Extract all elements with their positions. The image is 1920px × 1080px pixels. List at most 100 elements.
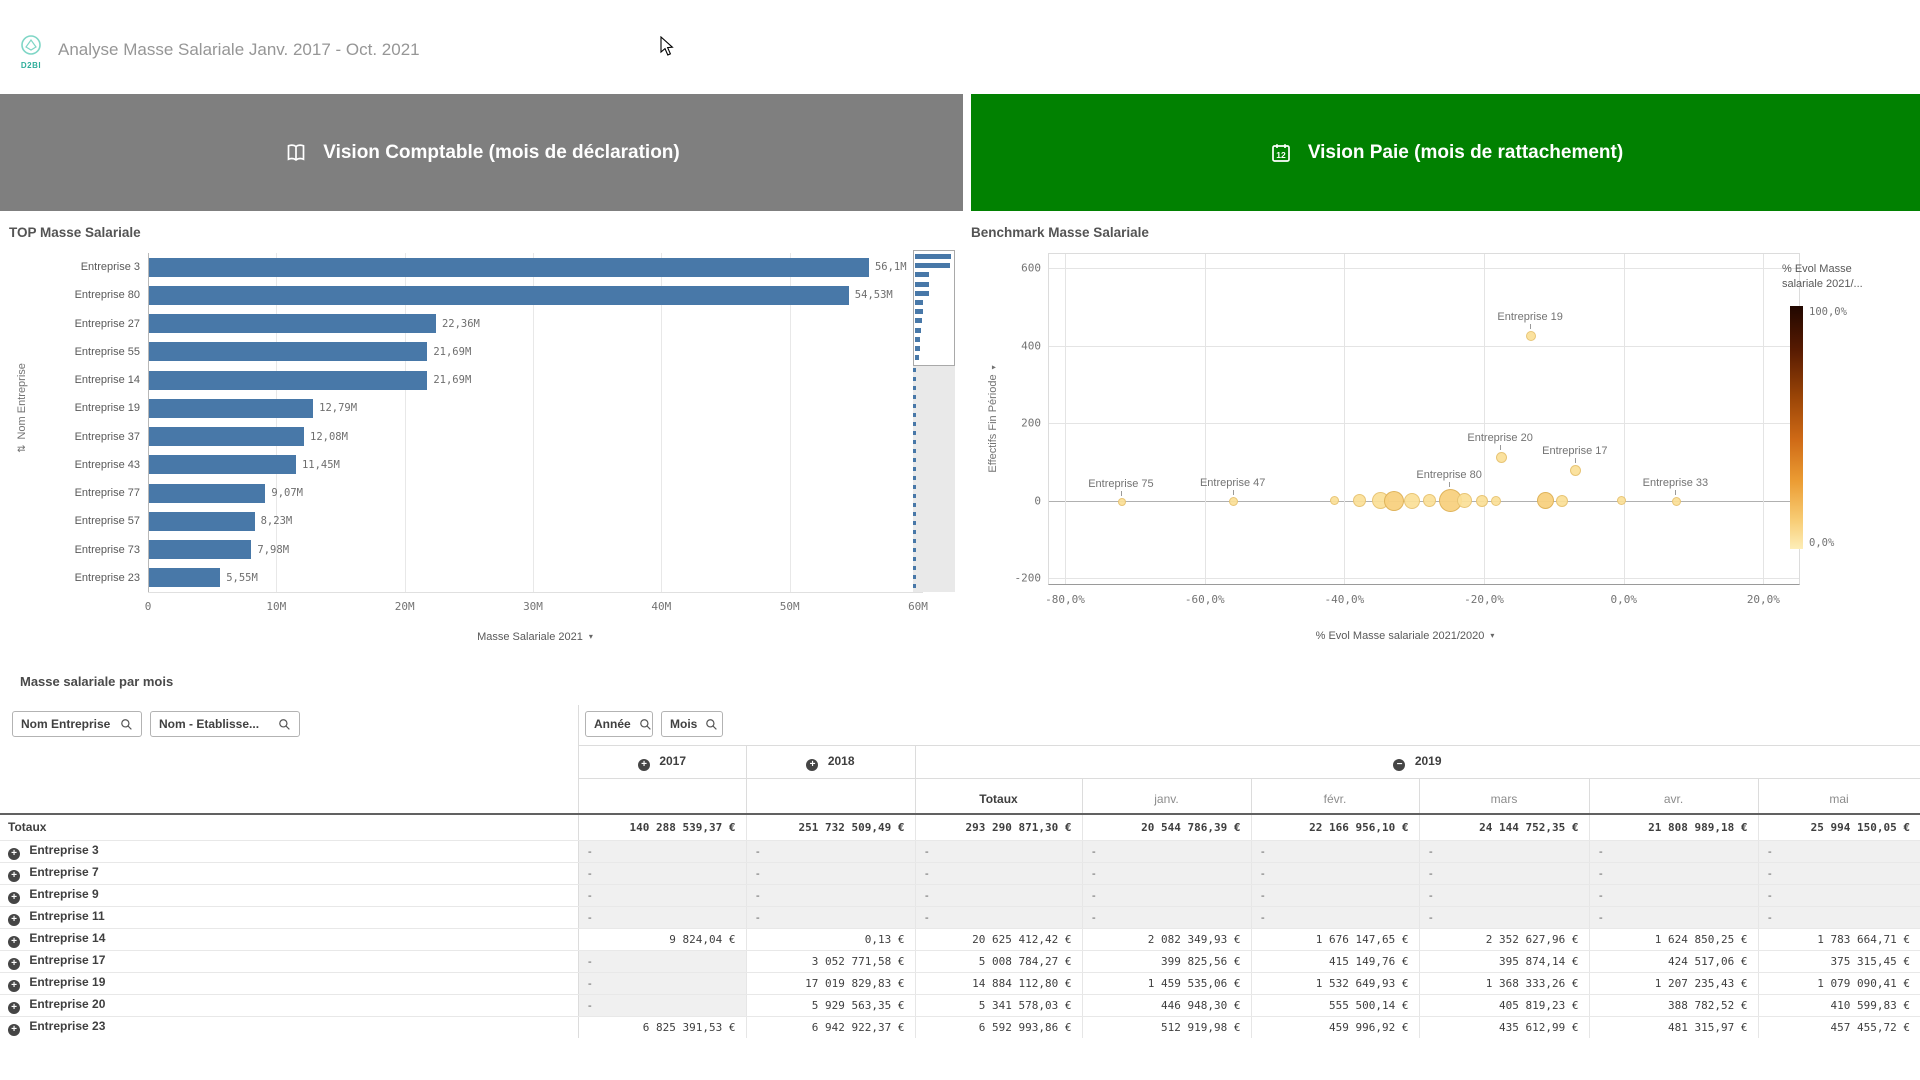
scatter-x-axis-selector[interactable]: % Evol Masse salariale 2021/2020▾ <box>1316 630 1495 642</box>
bar-category-label: Entreprise 80 <box>8 289 140 301</box>
pivot-cell: 5 008 784,27 € <box>915 951 1082 973</box>
bar-category-label: Entreprise 77 <box>8 487 140 499</box>
row-header-entreprise-11[interactable]: + Entreprise 11 <box>0 907 578 929</box>
vision-comptable-button[interactable]: Vision Comptable (mois de déclaration) <box>0 94 963 211</box>
bar[interactable] <box>149 540 251 559</box>
collapse-icon[interactable]: − <box>1393 759 1405 771</box>
month-header-janv[interactable]: janv. <box>1082 779 1251 814</box>
scrollbar-mini-bar <box>915 263 950 268</box>
filter-nom-entreprise[interactable]: Nom Entreprise <box>12 711 142 737</box>
row-header-entreprise-20[interactable]: + Entreprise 20 <box>0 995 578 1017</box>
row-header-entreprise-17[interactable]: + Entreprise 17 <box>0 951 578 973</box>
month-header-avr[interactable]: avr. <box>1589 779 1758 814</box>
expand-icon[interactable]: + <box>8 980 20 992</box>
scatter-point-entreprise-17[interactable] <box>1570 465 1581 476</box>
scatter-point-stem <box>1449 482 1450 487</box>
filter-nom-etablissement[interactable]: Nom - Etablisse... <box>150 711 300 737</box>
pivot-cell: - <box>1419 841 1589 863</box>
pivot-cell: 1 459 535,06 € <box>1082 973 1251 995</box>
scatter-point-entreprise-47[interactable] <box>1229 497 1238 506</box>
scrollbar-hidden-rows <box>913 368 916 588</box>
bar[interactable] <box>149 427 304 446</box>
expand-icon[interactable]: + <box>8 1002 20 1014</box>
pivot-cell: - <box>1251 885 1419 907</box>
scatter-point[interactable] <box>1537 492 1554 509</box>
pivot-cell: 555 500,14 € <box>1251 995 1419 1017</box>
scrollbar-window[interactable] <box>913 250 955 366</box>
pivot-row-entreprise-7: + Entreprise 7-------- <box>0 863 1920 885</box>
scatter-gridline-v <box>1065 254 1066 584</box>
bar-chart-plot: 010M20M30M40M50M60MEntreprise 356,1MEntr… <box>148 253 923 593</box>
row-header-entreprise-19[interactable]: + Entreprise 19 <box>0 973 578 995</box>
month-header-mai[interactable]: mai <box>1758 779 1920 814</box>
expand-icon[interactable]: + <box>8 936 20 948</box>
bar[interactable] <box>149 258 869 277</box>
bar[interactable] <box>149 568 220 587</box>
month-header-Totaux[interactable]: Totaux <box>915 779 1082 814</box>
row-header-entreprise-7[interactable]: + Entreprise 7 <box>0 863 578 885</box>
scatter-point-entreprise-19[interactable] <box>1526 331 1536 341</box>
year-header-2019[interactable]: − 2019 <box>915 746 1920 779</box>
scatter-point[interactable] <box>1556 495 1568 507</box>
scatter-point[interactable] <box>1423 494 1436 507</box>
expand-icon[interactable]: + <box>638 759 650 771</box>
bar[interactable] <box>149 512 255 531</box>
expand-icon[interactable]: + <box>8 892 20 904</box>
scatter-y-axis-selector[interactable]: Effectifs Fin Période▾ <box>987 365 999 472</box>
bar[interactable] <box>149 484 265 503</box>
row-header-entreprise-14[interactable]: + Entreprise 14 <box>0 929 578 951</box>
bar[interactable] <box>149 455 296 474</box>
legend-max-label: 100,0% <box>1809 306 1847 318</box>
scatter-point[interactable] <box>1330 496 1339 505</box>
scatter-gridline-h <box>1049 346 1799 347</box>
expand-icon[interactable]: + <box>8 870 20 882</box>
scatter-point-entreprise-33[interactable] <box>1672 497 1681 506</box>
scatter-x-tick: -60,0% <box>1185 593 1225 606</box>
bar[interactable] <box>149 342 427 361</box>
scatter-point[interactable] <box>1404 493 1420 509</box>
scatter-point[interactable] <box>1457 493 1472 508</box>
pivot-cell: - <box>746 863 915 885</box>
totals-cell: 24 144 752,35 € <box>1419 814 1589 841</box>
pivot-cell: 2 082 349,93 € <box>1082 929 1251 951</box>
scatter-point-entreprise-20[interactable] <box>1496 452 1507 463</box>
expand-icon[interactable]: + <box>8 958 20 970</box>
scatter-point-label: Entreprise 75 <box>1088 478 1153 490</box>
expand-icon[interactable]: + <box>8 848 20 860</box>
month-header-mars[interactable]: mars <box>1419 779 1589 814</box>
filter-annee[interactable]: Année <box>585 711 653 737</box>
pivot-cell: - <box>1082 863 1251 885</box>
scatter-point-entreprise-75[interactable] <box>1118 498 1126 506</box>
scatter-gridline-v <box>1624 254 1625 584</box>
bar[interactable] <box>149 371 427 390</box>
expand-icon[interactable]: + <box>8 914 20 926</box>
scatter-point[interactable] <box>1491 496 1501 506</box>
search-icon <box>120 718 133 731</box>
row-header-entreprise-9[interactable]: + Entreprise 9 <box>0 885 578 907</box>
scatter-point[interactable] <box>1476 495 1488 507</box>
year-header-2018[interactable]: + 2018 <box>746 746 915 779</box>
year-header-2017[interactable]: + 2017 <box>578 746 746 779</box>
scrollbar-mini-bar <box>915 337 920 342</box>
row-header-entreprise-3[interactable]: + Entreprise 3 <box>0 841 578 863</box>
vision-paie-button[interactable]: 12 Vision Paie (mois de rattachement) <box>971 94 1920 211</box>
pivot-cell: - <box>1082 907 1251 929</box>
expand-icon[interactable]: + <box>806 759 818 771</box>
filter-mois[interactable]: Mois <box>661 711 723 737</box>
bar-chart-scrollbar[interactable] <box>913 250 955 592</box>
pivot-cell: 1 079 090,41 € <box>1758 973 1920 995</box>
month-header-févr[interactable]: févr. <box>1251 779 1419 814</box>
row-header-entreprise-23[interactable]: + Entreprise 23 <box>0 1017 578 1039</box>
scatter-point[interactable] <box>1353 494 1366 507</box>
scatter-point[interactable] <box>1384 491 1404 511</box>
bar[interactable] <box>149 314 436 333</box>
bar[interactable] <box>149 286 849 305</box>
bar-chart-x-axis-selector[interactable]: Masse Salariale 2021▾ <box>477 631 593 643</box>
pivot-cell: 1 368 333,26 € <box>1419 973 1589 995</box>
expand-icon[interactable]: + <box>8 1024 20 1036</box>
scatter-x-tick: -40,0% <box>1325 593 1365 606</box>
scatter-plot: 6004002000-200-80,0%-60,0%-40,0%-20,0%0,… <box>1048 253 1800 585</box>
scrollbar-mini-bar <box>915 346 920 351</box>
bar[interactable] <box>149 399 313 418</box>
page-title: Analyse Masse Salariale Janv. 2017 - Oct… <box>58 40 420 60</box>
